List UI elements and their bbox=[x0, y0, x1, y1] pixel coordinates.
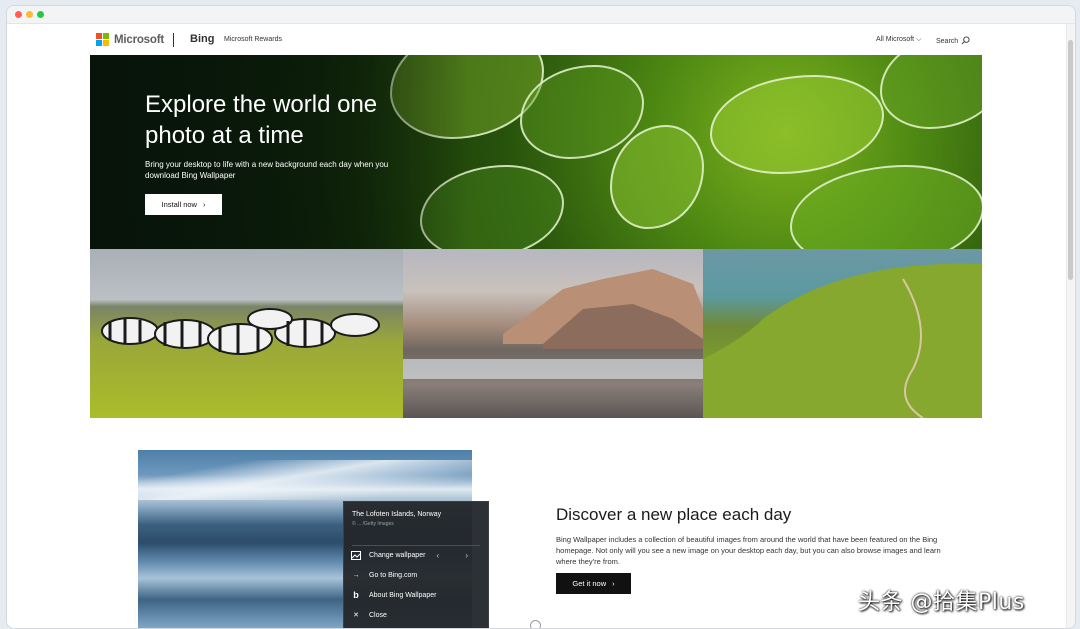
about-bing-wallpaper-label: About Bing Wallpaper bbox=[369, 591, 437, 599]
snow-highlight bbox=[138, 460, 472, 500]
chevron-right-icon: › bbox=[612, 579, 615, 588]
nav-divider bbox=[173, 33, 174, 47]
hero-leaf bbox=[790, 165, 982, 249]
bing-link[interactable]: Bing bbox=[190, 33, 214, 45]
all-microsoft-menu[interactable]: All Microsoft ⌵ bbox=[876, 36, 921, 44]
hero-title: Explore the world one photo at a time bbox=[145, 91, 378, 149]
install-now-label: Install now bbox=[161, 200, 197, 209]
hills-graphic bbox=[703, 263, 982, 418]
menu-photo-credit: © ... /Getty Images bbox=[352, 521, 394, 527]
arrow-right-icon: → bbox=[352, 571, 360, 579]
minimize-window-button[interactable] bbox=[26, 11, 33, 18]
go-to-bing-label: Go to Bing.com bbox=[369, 571, 418, 579]
maximize-window-button[interactable] bbox=[37, 11, 44, 18]
go-to-bing-item[interactable]: → Go to Bing.com bbox=[344, 565, 488, 585]
window-titlebar bbox=[7, 6, 1075, 24]
bing-wallpaper-menu: The Lofoten Islands, Norway © ... /Getty… bbox=[343, 501, 489, 628]
close-window-button[interactable] bbox=[15, 11, 22, 18]
green-hills-photo bbox=[703, 249, 982, 418]
close-icon: ✕ bbox=[353, 612, 359, 619]
mountain-photo bbox=[403, 249, 703, 418]
install-now-button[interactable]: Install now › bbox=[145, 194, 222, 215]
top-nav: Microsoft Bing Microsoft Rewards All Mic… bbox=[7, 24, 1067, 56]
get-it-now-button[interactable]: Get it now › bbox=[556, 573, 631, 594]
close-item[interactable]: ✕ Close bbox=[344, 605, 488, 625]
get-it-now-label: Get it now bbox=[572, 579, 607, 588]
page-scrollbar[interactable] bbox=[1066, 24, 1075, 628]
zebra-photo bbox=[90, 249, 403, 418]
hero-subtitle: Bring your desktop to life with a new ba… bbox=[145, 160, 389, 180]
hero-leaf bbox=[880, 55, 982, 129]
scroll-down-icon[interactable] bbox=[530, 620, 541, 628]
watermark-text: 头条 @拾集Plus bbox=[858, 590, 1025, 615]
microsoft-logo-link[interactable]: Microsoft bbox=[96, 33, 164, 47]
discover-description: Bing Wallpaper includes a collection of … bbox=[556, 535, 941, 566]
mountain-graphic bbox=[403, 269, 703, 379]
scrollbar-thumb[interactable] bbox=[1068, 40, 1073, 280]
about-bing-wallpaper-item[interactable]: b About Bing Wallpaper bbox=[344, 585, 488, 605]
search-label: Search bbox=[936, 38, 959, 45]
change-wallpaper-item[interactable]: Change wallpaper ‹ › bbox=[344, 545, 488, 565]
browser-window: Microsoft Bing Microsoft Rewards All Mic… bbox=[6, 5, 1076, 629]
search-icon bbox=[961, 36, 970, 45]
discover-title: Discover a new place each day bbox=[556, 505, 792, 524]
microsoft-rewards-link[interactable]: Microsoft Rewards bbox=[224, 36, 282, 43]
image-icon bbox=[351, 550, 361, 560]
hero-banner: Explore the world one photo at a time Br… bbox=[90, 55, 982, 249]
chevron-down-icon: ⌵ bbox=[914, 36, 922, 43]
bing-icon: b bbox=[353, 590, 359, 600]
page-viewport: Microsoft Bing Microsoft Rewards All Mic… bbox=[7, 24, 1067, 628]
all-microsoft-label: All Microsoft bbox=[876, 36, 915, 43]
microsoft-logo-icon bbox=[96, 33, 110, 47]
menu-location-title: The Lofoten Islands, Norway bbox=[352, 511, 442, 518]
zebra-herd-graphic bbox=[101, 308, 380, 355]
chevron-right-icon: › bbox=[202, 200, 206, 209]
wallpaper-nav-arrows[interactable]: ‹ › bbox=[436, 551, 480, 560]
change-wallpaper-label: Change wallpaper bbox=[369, 551, 426, 559]
hero-leaf bbox=[710, 75, 884, 174]
search-button[interactable]: Search bbox=[936, 36, 970, 45]
microsoft-logo-text: Microsoft bbox=[114, 34, 164, 46]
hero-shade bbox=[90, 55, 470, 249]
close-label: Close bbox=[369, 611, 387, 619]
